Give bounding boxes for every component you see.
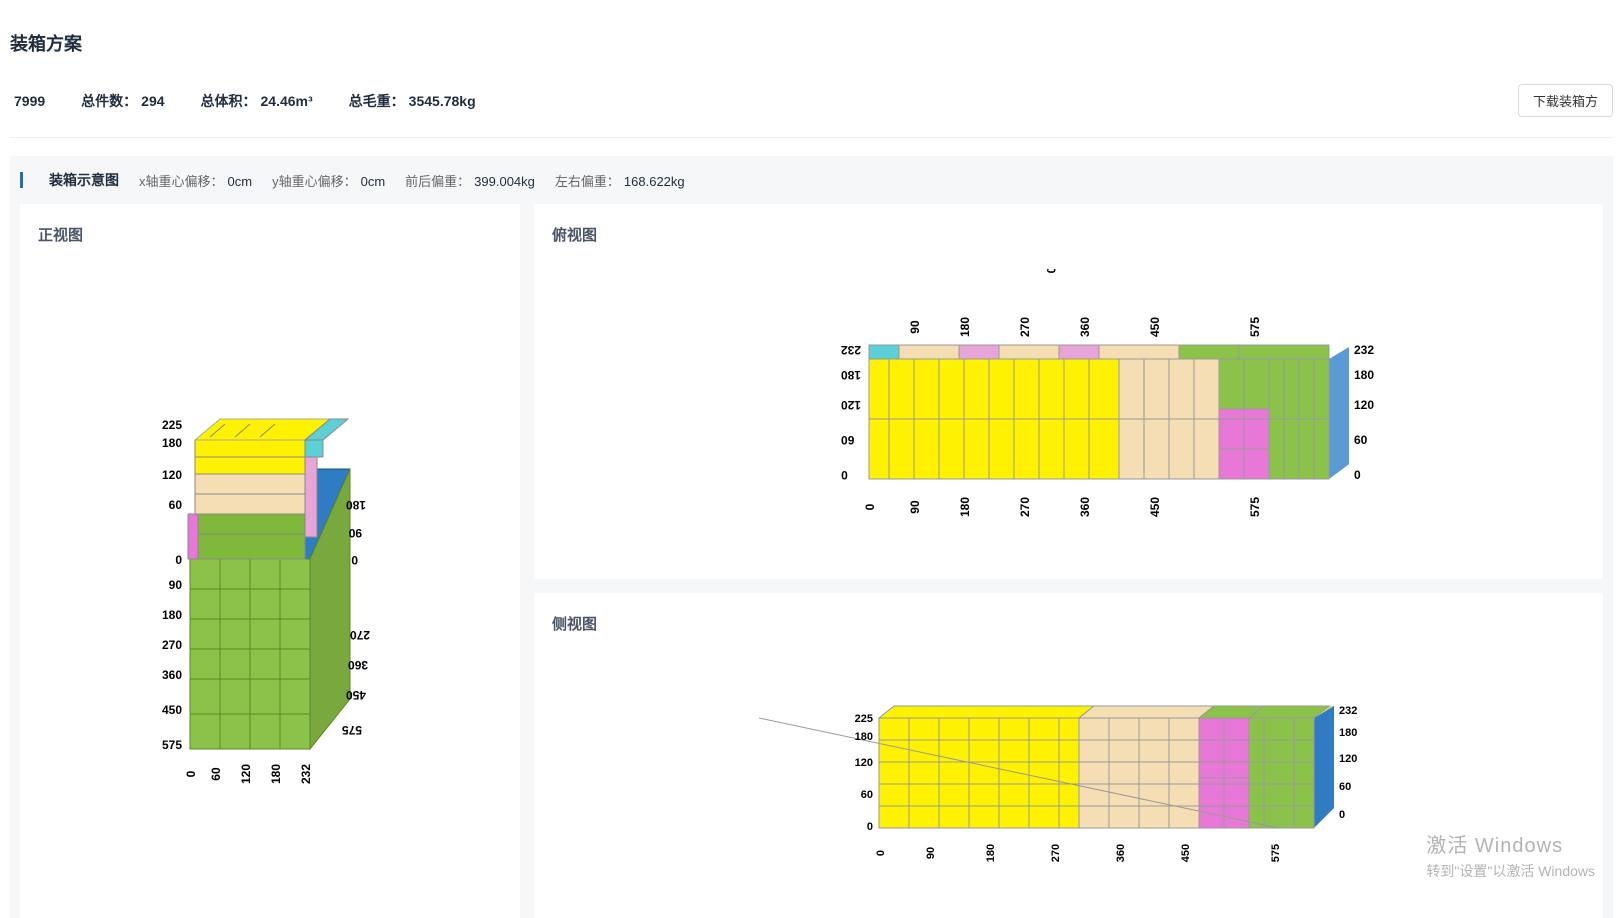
metric-lr-weight: 左右偏重：168.622kg	[555, 171, 685, 190]
svg-text:180: 180	[1339, 727, 1357, 739]
metric-fb-weight: 前后偏重：399.004kg	[405, 171, 535, 190]
svg-text:575: 575	[1270, 844, 1282, 862]
svg-text:0: 0	[1354, 468, 1361, 482]
svg-text:575: 575	[1248, 317, 1262, 337]
svg-text:60: 60	[860, 789, 872, 801]
front-view-chart: 225 180 120 60 0 90 180 270 360 450	[110, 269, 430, 789]
svg-text:270: 270	[1018, 497, 1032, 517]
svg-text:90: 90	[908, 320, 922, 334]
metric-x-offset: x轴重心偏移：0cm	[139, 171, 252, 190]
metric-y-offset: y轴重心偏移：0cm	[272, 171, 385, 190]
svg-text:450: 450	[162, 703, 182, 717]
download-button[interactable]: 下载装箱方	[1518, 84, 1613, 117]
diagram-header: 装箱示意图 x轴重心偏移：0cm y轴重心偏移：0cm 前后偏重：399.004…	[10, 156, 1613, 204]
svg-text:360: 360	[1078, 317, 1092, 337]
view-front-card: 正视图	[20, 204, 520, 918]
svg-text:360: 360	[1078, 497, 1092, 517]
view-side-card: 侧视图	[534, 593, 1603, 918]
svg-text:120: 120	[162, 468, 182, 482]
svg-text:270: 270	[350, 628, 370, 642]
svg-text:180: 180	[162, 608, 182, 622]
svg-text:360: 360	[162, 668, 182, 682]
svg-text:232: 232	[840, 343, 860, 357]
svg-text:90: 90	[169, 578, 183, 592]
svg-text:232: 232	[1339, 705, 1357, 717]
svg-text:90: 90	[908, 500, 922, 514]
page-title: 装箱方案	[10, 30, 1613, 56]
svg-text:270: 270	[1050, 844, 1062, 862]
svg-text:0: 0	[875, 850, 887, 856]
svg-text:180: 180	[958, 317, 972, 337]
svg-text:180: 180	[854, 731, 872, 743]
svg-text:0: 0	[1339, 809, 1345, 821]
svg-text:450: 450	[1148, 317, 1162, 337]
svg-text:180: 180	[958, 497, 972, 517]
view-front-title: 正视图	[38, 224, 502, 245]
svg-text:180: 180	[269, 764, 283, 784]
summary-code: 7999	[10, 93, 45, 109]
header-marker-icon	[20, 172, 23, 188]
svg-text:180: 180	[985, 844, 997, 862]
summary-row: 7999 总件数：294 总体积：24.46m³ 总毛重：3545.78kg 下…	[10, 84, 1613, 138]
summary-volume: 总体积：24.46m³	[201, 91, 313, 111]
svg-text:60: 60	[840, 433, 854, 447]
svg-text:0: 0	[1044, 269, 1058, 273]
svg-text:0: 0	[840, 468, 847, 482]
svg-text:450: 450	[1180, 844, 1192, 862]
svg-text:225: 225	[162, 418, 182, 432]
diagram-title: 装箱示意图	[49, 170, 119, 190]
svg-text:60: 60	[209, 767, 223, 781]
svg-text:270: 270	[162, 638, 182, 652]
svg-text:225: 225	[854, 713, 872, 725]
svg-text:120: 120	[1339, 753, 1357, 765]
svg-text:0: 0	[866, 821, 872, 833]
svg-text:0: 0	[175, 553, 182, 567]
svg-text:0: 0	[351, 553, 358, 567]
svg-text:0: 0	[184, 770, 198, 777]
svg-text:180: 180	[162, 436, 182, 450]
svg-text:450: 450	[346, 688, 366, 702]
svg-text:270: 270	[1018, 317, 1032, 337]
svg-text:575: 575	[342, 723, 362, 737]
svg-text:60: 60	[1339, 781, 1351, 793]
side-view-chart: 225 180 120 60 0 232 180 120 60 0	[759, 658, 1379, 888]
view-top-card: 俯视图	[534, 204, 1603, 579]
svg-text:232: 232	[1354, 343, 1374, 357]
svg-text:120: 120	[239, 764, 253, 784]
svg-text:450: 450	[1148, 497, 1162, 517]
summary-weight: 总毛重：3545.78kg	[349, 91, 476, 111]
svg-text:120: 120	[854, 757, 872, 769]
top-view-chart: 0 90 180 270 360 450 575 0 90 180	[759, 269, 1379, 549]
svg-text:360: 360	[1115, 844, 1127, 862]
view-top-title: 俯视图	[552, 224, 1585, 245]
svg-text:120: 120	[840, 398, 860, 412]
svg-text:180: 180	[1354, 368, 1374, 382]
view-side-title: 侧视图	[552, 613, 1585, 634]
summary-count: 总件数：294	[81, 91, 164, 111]
svg-text:575: 575	[1248, 497, 1262, 517]
svg-text:60: 60	[1354, 433, 1368, 447]
svg-text:90: 90	[925, 847, 937, 859]
svg-text:0: 0	[863, 503, 877, 510]
svg-text:60: 60	[169, 498, 183, 512]
svg-text:90: 90	[348, 526, 362, 540]
svg-text:180: 180	[840, 368, 860, 382]
svg-text:575: 575	[162, 738, 182, 752]
svg-text:120: 120	[1354, 398, 1374, 412]
svg-text:180: 180	[346, 498, 366, 512]
svg-text:360: 360	[348, 658, 368, 672]
svg-text:232: 232	[299, 764, 313, 784]
